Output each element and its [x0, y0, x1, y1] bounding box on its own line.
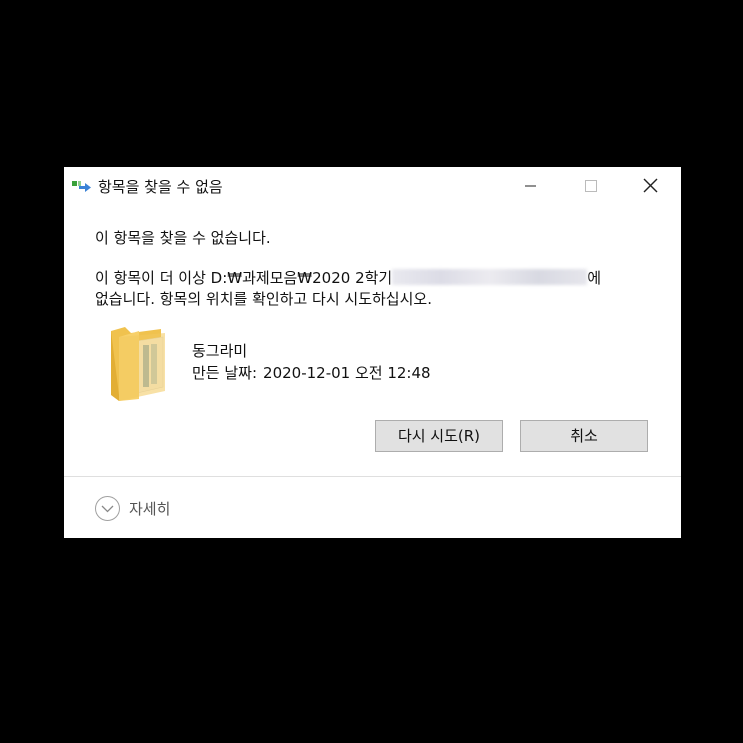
- item-date-value: 2020-12-01 오전 12:48: [263, 364, 431, 382]
- retry-button[interactable]: 다시 시도(R): [375, 420, 503, 452]
- minimize-icon: [525, 185, 536, 187]
- window-title: 항목을 찾을 수 없음: [98, 178, 223, 196]
- close-icon: [643, 178, 658, 193]
- item-name: 동그라미: [192, 342, 248, 360]
- message-path-suffix: 에: [587, 269, 602, 287]
- item-date-label: 만든 날짜:: [192, 364, 258, 382]
- maximize-button[interactable]: [561, 167, 621, 205]
- cancel-button[interactable]: 취소: [520, 420, 648, 452]
- item-date: 만든 날짜: 2020-12-01 오전 12:48: [192, 362, 431, 383]
- details-label: 자세히: [129, 500, 171, 518]
- message-path-prefix: 이 항목이 더 이상 D:₩과제모음₩2020 2학기: [95, 269, 393, 287]
- maximize-icon: [585, 180, 597, 192]
- message-line-2: 없습니다. 항목의 위치를 확인하고 다시 시도하십시오.: [95, 290, 432, 308]
- dialog-window: 항목을 찾을 수 없음 이 항목을 찾을 수 없습니다. 이 항목이 더 이상 …: [64, 167, 681, 538]
- chevron-down-circle-icon: [94, 495, 121, 522]
- message-line-1: 이 항목이 더 이상 D:₩과제모음₩2020 2학기 에: [95, 267, 601, 288]
- file-move-icon: [71, 178, 93, 194]
- message-heading: 이 항목을 찾을 수 없습니다.: [95, 229, 271, 247]
- minimize-button[interactable]: [501, 167, 561, 205]
- folder-icon: [107, 321, 169, 401]
- redacted-path: [392, 269, 588, 285]
- divider: [64, 476, 681, 477]
- close-button[interactable]: [621, 167, 681, 205]
- title-bar: 항목을 찾을 수 없음: [64, 167, 681, 205]
